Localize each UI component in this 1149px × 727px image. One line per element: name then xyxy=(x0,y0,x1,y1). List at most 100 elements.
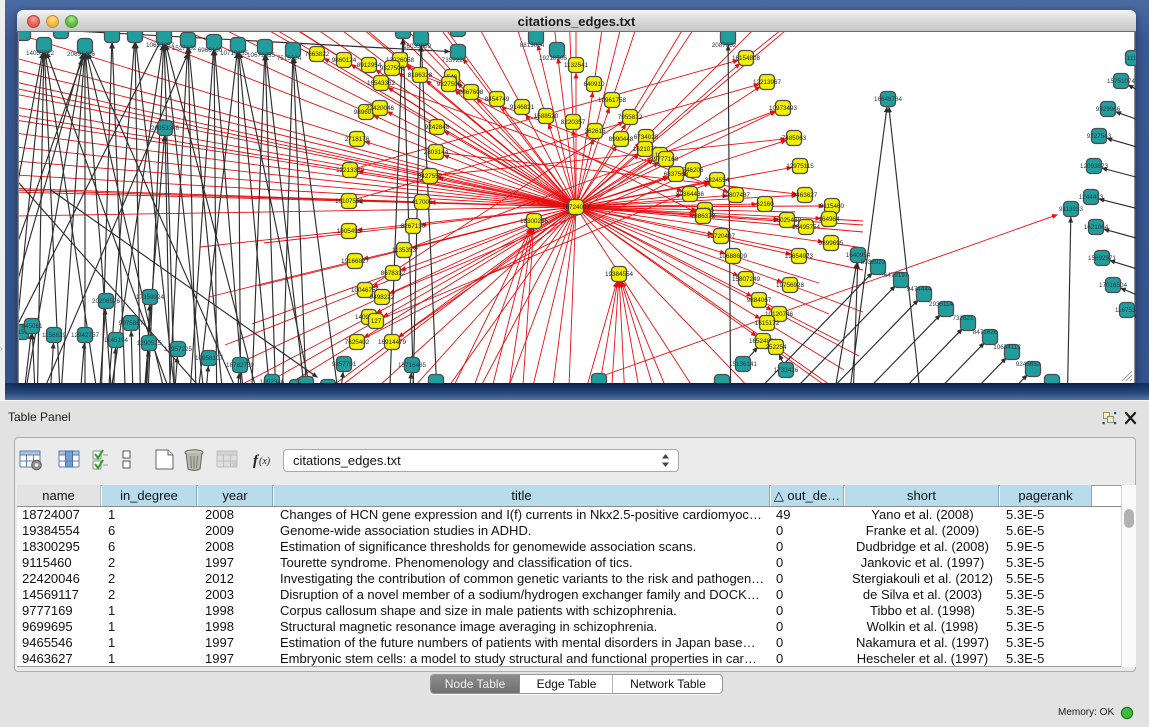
svg-text:9857791: 9857791 xyxy=(332,361,357,368)
svg-text:2935114: 2935114 xyxy=(929,301,954,308)
svg-text:732621: 732621 xyxy=(952,315,974,322)
svg-text:15751074: 15751074 xyxy=(1107,78,1136,85)
svg-text:6837568: 6837568 xyxy=(664,171,689,178)
svg-text:20053346: 20053346 xyxy=(151,125,180,132)
svg-text:7886372: 7886372 xyxy=(691,213,716,220)
svg-text:62160: 62160 xyxy=(756,201,774,208)
svg-text:8220357: 8220357 xyxy=(561,119,586,126)
svg-text:3824554: 3824554 xyxy=(705,177,730,184)
svg-text:1621064: 1621064 xyxy=(1084,224,1109,231)
svg-text:20206576: 20206576 xyxy=(92,298,121,305)
svg-text:362615: 362615 xyxy=(584,128,606,135)
svg-text:9329966: 9329966 xyxy=(1096,106,1121,113)
svg-text:12213369: 12213369 xyxy=(336,167,365,174)
svg-text:2803144: 2803144 xyxy=(424,149,449,156)
svg-text:9146821: 9146821 xyxy=(510,104,535,111)
svg-text:9474444: 9474444 xyxy=(907,286,932,293)
svg-text:8938923: 8938923 xyxy=(861,259,886,266)
svg-text:16648784: 16648784 xyxy=(874,96,903,103)
svg-text:14055712: 14055712 xyxy=(26,50,55,57)
svg-text:1905493: 1905493 xyxy=(337,228,362,235)
svg-text:8267130: 8267130 xyxy=(401,223,426,230)
svg-text:9113933: 9113933 xyxy=(1059,206,1084,213)
svg-text:9975867: 9975867 xyxy=(119,320,144,327)
svg-text:12093873: 12093873 xyxy=(1080,163,1109,170)
svg-text:7485063: 7485063 xyxy=(782,135,807,142)
svg-text:1145194: 1145194 xyxy=(104,337,129,344)
svg-text:7625402: 7625402 xyxy=(345,339,370,346)
svg-text:16543362: 16543362 xyxy=(367,80,396,87)
svg-text:1244413: 1244413 xyxy=(1079,194,1104,201)
svg-text:2718176: 2718176 xyxy=(345,136,370,143)
svg-text:15692971: 15692971 xyxy=(1088,255,1117,262)
svg-text:12975115: 12975115 xyxy=(786,163,814,170)
svg-text:10719155: 10719155 xyxy=(220,50,249,57)
svg-text:8471626: 8471626 xyxy=(973,329,998,336)
svg-text:252254: 252254 xyxy=(765,344,787,351)
svg-text:18724007: 18724007 xyxy=(562,204,591,211)
svg-text:7515524: 7515524 xyxy=(277,55,302,62)
svg-text:9242848: 9242848 xyxy=(425,124,450,131)
svg-text:20691406: 20691406 xyxy=(67,51,96,58)
svg-text:9115460: 9115460 xyxy=(820,203,845,210)
svg-text:8454749: 8454749 xyxy=(485,96,510,103)
svg-text:7663822: 7663822 xyxy=(305,51,330,58)
svg-text:16782759: 16782759 xyxy=(226,362,255,369)
svg-text:10025438: 10025438 xyxy=(773,217,802,224)
svg-text:22420046: 22420046 xyxy=(366,105,395,112)
svg-text:16033809: 16033809 xyxy=(403,43,432,50)
svg-text:10653257: 10653257 xyxy=(146,42,175,49)
svg-text:1092346: 1092346 xyxy=(260,379,285,383)
svg-text:1167534: 1167534 xyxy=(1115,307,1136,314)
svg-text:9327506: 9327506 xyxy=(380,65,405,72)
svg-text:10671355: 10671355 xyxy=(247,52,276,59)
svg-text:6734028: 6734028 xyxy=(634,134,659,141)
svg-text:(x): (x) xyxy=(259,456,271,467)
svg-text:1527602: 1527602 xyxy=(172,45,197,52)
svg-text:12213967: 12213967 xyxy=(753,79,782,86)
svg-text:10973493: 10973493 xyxy=(769,105,798,112)
svg-text:640910: 640910 xyxy=(583,81,605,88)
svg-text:7357224: 7357224 xyxy=(442,57,467,64)
svg-text:1290515: 1290515 xyxy=(137,340,162,347)
svg-text:15716485: 15716485 xyxy=(398,362,427,369)
svg-text:7955812: 7955812 xyxy=(618,114,643,121)
svg-text:9498222: 9498222 xyxy=(370,294,395,301)
svg-text:16914479: 16914479 xyxy=(378,339,407,346)
svg-text:19756928: 19756928 xyxy=(776,282,805,289)
svg-text:2867608: 2867608 xyxy=(459,89,484,96)
svg-text:9899695: 9899695 xyxy=(819,240,844,247)
svg-text:19166827: 19166827 xyxy=(341,258,370,265)
svg-text:127: 127 xyxy=(371,318,382,325)
svg-text:8990448: 8990448 xyxy=(609,136,634,143)
svg-text:17016504: 17016504 xyxy=(1099,282,1128,289)
svg-text:9777169: 9777169 xyxy=(654,156,679,163)
svg-text:2087682: 2087682 xyxy=(712,42,737,49)
svg-text:10654112: 10654112 xyxy=(993,344,1021,351)
svg-text:8678332: 8678332 xyxy=(381,270,406,277)
svg-text:1588520: 1588520 xyxy=(534,113,559,120)
svg-text:1733426: 1733426 xyxy=(774,367,799,374)
svg-text:9884067: 9884067 xyxy=(747,297,772,304)
svg-text:20364436: 20364436 xyxy=(676,191,705,198)
svg-text:8813054: 8813054 xyxy=(520,42,545,49)
svg-text:1132541: 1132541 xyxy=(564,62,589,69)
svg-text:6479197: 6479197 xyxy=(884,272,909,279)
svg-text:1615172: 1615172 xyxy=(755,320,780,327)
svg-text:10107552: 10107552 xyxy=(335,198,364,205)
svg-text:17359924: 17359924 xyxy=(136,294,165,301)
svg-text:417006: 417006 xyxy=(411,199,433,206)
svg-text:8427552: 8427552 xyxy=(418,173,443,180)
svg-text:10958107: 10958107 xyxy=(195,355,224,362)
svg-text:9227543: 9227543 xyxy=(1087,133,1112,140)
svg-text:19218506: 19218506 xyxy=(539,55,568,62)
svg-text:16495754: 16495754 xyxy=(792,224,821,231)
svg-text:15136141: 15136141 xyxy=(729,361,758,368)
svg-text:15807249: 15807249 xyxy=(732,276,761,283)
svg-text:8186328: 8186328 xyxy=(408,72,433,79)
svg-text:164964: 164964 xyxy=(818,216,840,223)
svg-text:9327508: 9327508 xyxy=(437,81,462,88)
svg-text:9463627: 9463627 xyxy=(793,192,818,199)
svg-text:845061: 845061 xyxy=(21,323,43,330)
svg-text:10688609: 10688609 xyxy=(719,253,748,260)
